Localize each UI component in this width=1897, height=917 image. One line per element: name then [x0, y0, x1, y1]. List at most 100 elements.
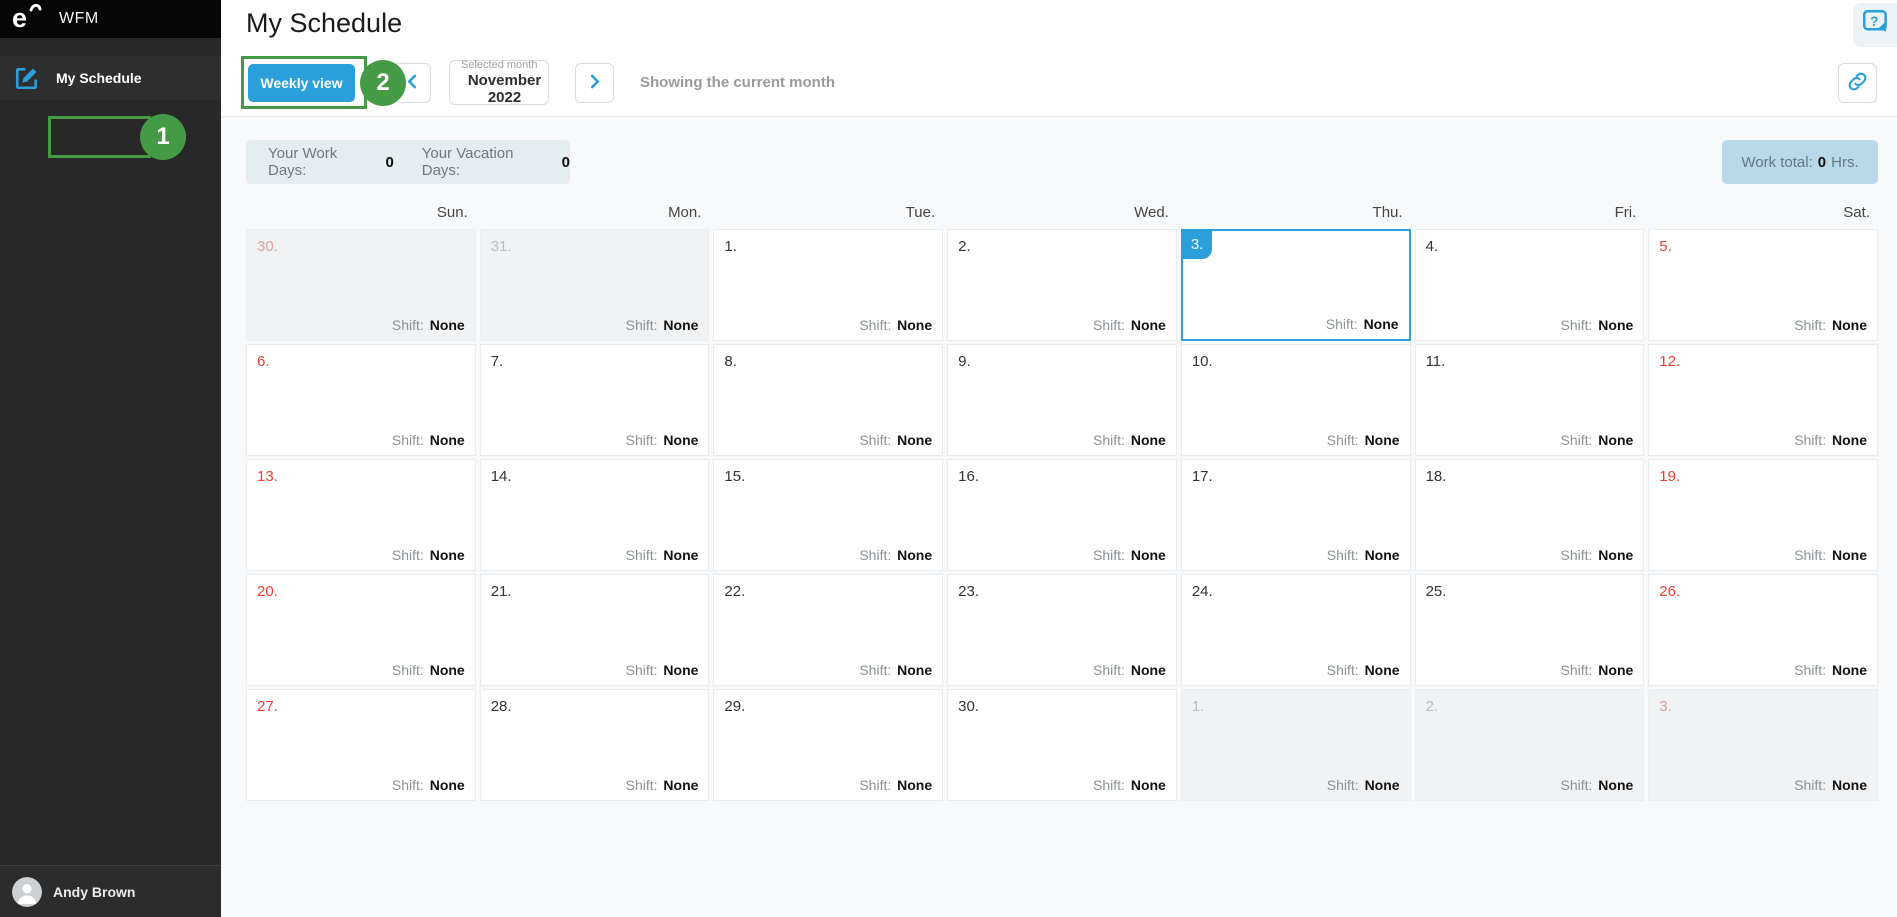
day-number: 8.	[724, 353, 737, 370]
shift-info: Shift: None	[626, 432, 699, 448]
link-button[interactable]	[1838, 63, 1877, 103]
day-header-thu: Thu.	[1181, 204, 1411, 221]
main-area: My Schedule Weekly view 2 Selected month…	[221, 0, 1897, 917]
day-number: 3.	[1183, 231, 1213, 259]
shift-info: Shift: None	[626, 547, 699, 563]
shift-info: Shift: None	[1794, 777, 1867, 793]
day-number: 15.	[724, 468, 745, 485]
day-cell-21[interactable]: 21.Shift: None	[480, 574, 710, 686]
day-cell-29[interactable]: 29.Shift: None	[713, 689, 943, 801]
day-header-wed: Wed.	[947, 204, 1177, 221]
day-cell-28[interactable]: 28.Shift: None	[480, 689, 710, 801]
day-cell-30[interactable]: 30.Shift: None	[246, 229, 476, 341]
shift-info: Shift: None	[1327, 547, 1400, 563]
next-month-button[interactable]	[575, 63, 614, 103]
day-number: 17.	[1192, 468, 1213, 485]
sidebar-item-my-schedule[interactable]: My Schedule 1	[0, 56, 221, 100]
shift-info: Shift: None	[1560, 317, 1633, 333]
day-cell-19[interactable]: 19.Shift: None	[1648, 459, 1878, 571]
selected-month-caption: Selected month	[461, 59, 537, 72]
day-number: 1.	[724, 238, 737, 255]
shift-info: Shift: None	[1560, 777, 1633, 793]
shift-info: Shift: None	[859, 547, 932, 563]
day-cell-3[interactable]: 3. Shift: None	[1648, 689, 1878, 801]
day-cell-31[interactable]: 31. Shift: None	[480, 229, 710, 341]
shift-info: Shift: None	[1093, 547, 1166, 563]
month-status-text: Showing the current month	[640, 74, 835, 91]
shift-info: Shift: None	[1327, 662, 1400, 678]
day-cell-24[interactable]: 24.Shift: None	[1181, 574, 1411, 686]
day-cell-10[interactable]: 10.Shift: None	[1181, 344, 1411, 456]
app-header-bar: e WFM	[0, 0, 221, 38]
shift-info: Shift: None	[859, 662, 932, 678]
day-cell-18[interactable]: 18.Shift: None	[1415, 459, 1645, 571]
work-total-suffix: Hrs.	[1831, 154, 1859, 171]
shift-info: Shift: None	[392, 432, 465, 448]
shift-info: Shift: None	[1560, 662, 1633, 678]
day-cell-4[interactable]: 4.Shift: None	[1415, 229, 1645, 341]
day-number: 13.	[257, 468, 278, 485]
day-number: 25.	[1426, 583, 1447, 600]
day-cell-14[interactable]: 14. Shift: None	[480, 459, 710, 571]
day-cell-13[interactable]: 13.Shift: None	[246, 459, 476, 571]
app-logo-icon: e	[11, 2, 45, 37]
day-number: 16.	[958, 468, 979, 485]
sidebar-user[interactable]: Andy Brown	[0, 865, 221, 917]
shift-info: Shift: None	[859, 432, 932, 448]
shift-info: Shift: None	[392, 317, 465, 333]
day-cell-22[interactable]: 22.Shift: None	[713, 574, 943, 686]
day-cell-3[interactable]: 3. Shift: None	[1181, 229, 1411, 341]
shift-info: Shift: None	[859, 317, 932, 333]
day-number: 29.	[724, 698, 745, 715]
work-total-badge: Work total: 0 Hrs.	[1722, 140, 1878, 184]
day-cell-30[interactable]: 30.Shift: None	[947, 689, 1177, 801]
edit-pencil-icon	[13, 64, 41, 92]
shift-info: Shift: None	[1560, 432, 1633, 448]
day-cell-27[interactable]: 27. Shift: None	[246, 689, 476, 801]
page-title: My Schedule	[246, 8, 402, 39]
shift-info: Shift: None	[392, 777, 465, 793]
shift-info: Shift: None	[1794, 662, 1867, 678]
day-number: 11.	[1426, 353, 1446, 370]
day-number: 30.	[958, 698, 979, 715]
day-number: 31.	[491, 238, 512, 255]
day-cell-2[interactable]: 2.Shift: None	[1415, 689, 1645, 801]
day-number: 18.	[1426, 468, 1447, 485]
day-cell-25[interactable]: 25. Shift: None	[1415, 574, 1645, 686]
help-button[interactable]: ?	[1853, 3, 1897, 47]
annotation-badge-2: 2	[360, 60, 406, 106]
day-number: 27.	[257, 698, 278, 715]
day-cell-11[interactable]: 11. Shift: None	[1415, 344, 1645, 456]
shift-info: Shift: None	[626, 662, 699, 678]
svg-text:?: ?	[1870, 14, 1878, 29]
day-cell-5[interactable]: 5.Shift: None	[1648, 229, 1878, 341]
app-brand: WFM	[59, 10, 99, 28]
day-cell-26[interactable]: 26.Shift: None	[1648, 574, 1878, 686]
day-cell-23[interactable]: 23.Shift: None	[947, 574, 1177, 686]
day-cell-17[interactable]: 17. Shift: None	[1181, 459, 1411, 571]
day-cell-2[interactable]: 2.Shift: None	[947, 229, 1177, 341]
day-cell-1[interactable]: 1. Shift: None	[713, 229, 943, 341]
shift-info: Shift: None	[1326, 316, 1399, 332]
day-cell-20[interactable]: 20.Shift: None	[246, 574, 476, 686]
calendar-grid: 30.Shift: None31.Shift: None1.Shift: Non…	[246, 229, 1878, 801]
svg-text:e: e	[12, 3, 27, 32]
day-cell-15[interactable]: 15. Shift: None	[713, 459, 943, 571]
day-cell-8[interactable]: 8. Shift: None	[713, 344, 943, 456]
day-cell-7[interactable]: 7.Shift: None	[480, 344, 710, 456]
day-cell-16[interactable]: 16. Shift: None	[947, 459, 1177, 571]
work-total-label: Work total:	[1741, 154, 1812, 171]
work-days-label: Your Work Days:	[268, 145, 379, 179]
shift-info: Shift: None	[626, 317, 699, 333]
day-cell-9[interactable]: 9.Shift: None	[947, 344, 1177, 456]
day-number: 3.	[1659, 698, 1672, 715]
day-number: 14.	[491, 468, 512, 485]
shift-info: Shift: None	[1327, 777, 1400, 793]
day-cell-12[interactable]: 12.Shift: None	[1648, 344, 1878, 456]
day-cell-6[interactable]: 6.Shift: None	[246, 344, 476, 456]
day-cell-1[interactable]: 1.Shift: None	[1181, 689, 1411, 801]
day-number: 19.	[1659, 468, 1680, 485]
selected-month-button[interactable]: Selected month November 2022	[449, 60, 549, 105]
sidebar-item-label: My Schedule	[56, 70, 142, 86]
weekly-view-button[interactable]: Weekly view	[248, 64, 355, 102]
